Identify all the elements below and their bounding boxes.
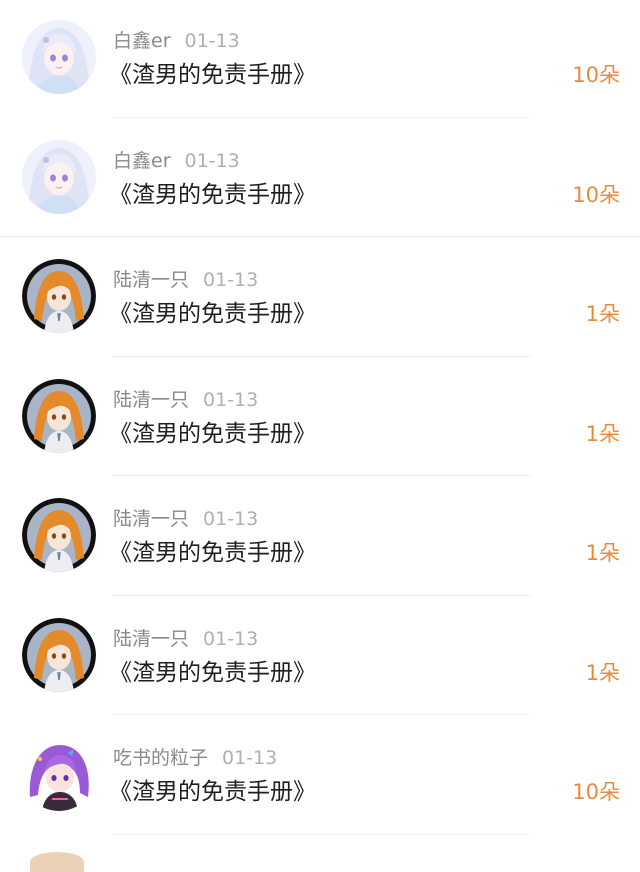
username[interactable]: 陆清一只 (113, 389, 189, 411)
row-divider (112, 355, 530, 357)
row-meta: 陆清一只 01-13 (113, 507, 258, 531)
record-date: 01-13 (203, 269, 259, 291)
username[interactable]: 陆清一只 (113, 508, 189, 530)
record-date: 01-13 (203, 388, 259, 411)
username[interactable]: 白鑫er (113, 30, 171, 52)
anime-girl-orange-hair-avatar[interactable] (22, 378, 96, 453)
anime-girl-white-hair-avatar[interactable] (22, 20, 96, 94)
row-meta: 白鑫er 01-13 (113, 29, 240, 53)
row-meta: 陆清一只 01-13 (113, 268, 258, 292)
gift-amount: 1朵 (585, 660, 620, 685)
row-meta: 陆清一只 01-13 (113, 627, 258, 651)
gift-record-row[interactable]: 吃书的粒子 01-13 《渣男的免责手册》 10朵 (0, 717, 640, 837)
book-title[interactable]: 《渣男的免责手册》 (109, 777, 316, 807)
book-title[interactable]: 《渣男的免责手册》 (109, 658, 316, 688)
gift-record-list: 白鑫er 01-13 《渣男的免责手册》 10朵 白鑫er 01-13 《渣男的免责… (0, 0, 640, 837)
anime-girl-orange-hair-avatar[interactable] (22, 617, 96, 692)
row-divider (112, 714, 530, 715)
gift-amount: 10朵 (572, 182, 620, 207)
gift-amount: 10朵 (572, 63, 620, 87)
book-title[interactable]: 《渣男的免责手册》 (109, 419, 316, 449)
anime-girl-orange-hair-avatar[interactable] (22, 259, 96, 333)
row-divider (112, 475, 530, 476)
anime-girl-orange-hair-avatar[interactable] (22, 498, 96, 572)
record-date: 01-13 (222, 747, 278, 769)
row-meta: 吃书的粒子 01-13 (113, 746, 277, 770)
row-divider (112, 594, 530, 596)
record-date: 01-13 (184, 30, 240, 52)
gift-record-row[interactable]: 陆清一只 01-13 《渣男的免责手册》 1朵 (0, 478, 640, 598)
username[interactable]: 陆清一只 (113, 269, 189, 291)
row-meta: 白鑫er 01-13 (113, 149, 240, 173)
book-title[interactable]: 《渣男的免责手册》 (109, 180, 316, 210)
row-divider (0, 236, 640, 237)
gift-record-row[interactable]: 陆清一只 01-13 《渣男的免责手册》 1朵 (0, 239, 640, 359)
username[interactable]: 白鑫er (113, 150, 171, 172)
gift-amount: 1朵 (585, 302, 620, 326)
row-meta: 陆清一只 01-13 (113, 388, 258, 412)
book-title[interactable]: 《渣男的免责手册》 (109, 60, 316, 90)
username[interactable]: 吃书的粒子 (113, 747, 208, 769)
gift-record-row[interactable]: 陆清一只 01-13 《渣男的免责手册》 1朵 (0, 598, 640, 718)
gift-record-row[interactable]: 白鑫er 01-13 《渣男的免责手册》 10朵 (0, 0, 640, 120)
book-title[interactable]: 《渣男的免责手册》 (109, 299, 316, 329)
username[interactable]: 陆清一只 (113, 628, 189, 650)
record-date: 01-13 (203, 508, 259, 530)
gift-record-row[interactable]: 白鑫er 01-13 《渣男的免责手册》 10朵 (0, 120, 640, 240)
book-title[interactable]: 《渣男的免责手册》 (109, 538, 316, 568)
gift-amount: 1朵 (585, 421, 620, 446)
gift-record-row[interactable]: 陆清一只 01-13 《渣男的免责手册》 1朵 (0, 359, 640, 479)
row-divider (112, 116, 530, 118)
record-date: 01-13 (203, 627, 259, 650)
gift-amount: 1朵 (585, 541, 620, 565)
record-date: 01-13 (184, 149, 240, 172)
anime-girl-white-hair-avatar[interactable] (22, 139, 96, 214)
gift-amount: 10朵 (572, 780, 620, 804)
anime-girl-purple-hair-avatar[interactable] (22, 737, 96, 811)
row-divider (112, 833, 530, 835)
next-row-avatar-partial (30, 852, 84, 872)
